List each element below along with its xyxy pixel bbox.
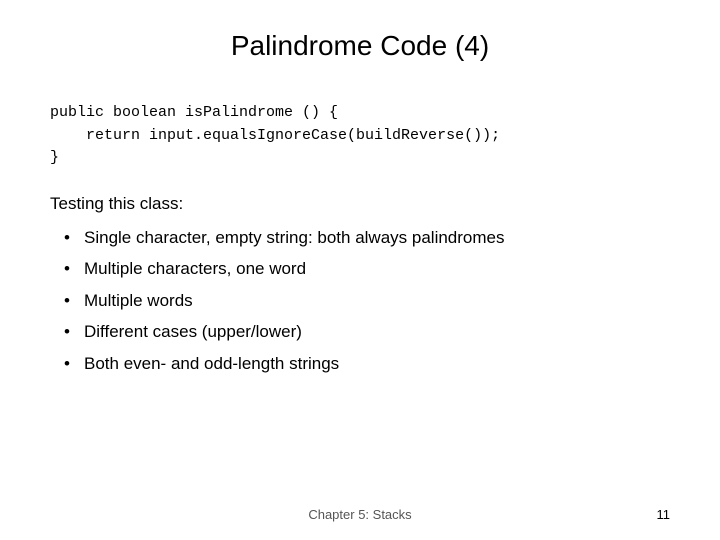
footer-chapter: Chapter 5: Stacks [0, 507, 720, 522]
slide-title: Palindrome Code (4) [50, 30, 670, 72]
testing-label: Testing this class: [50, 194, 670, 214]
list-item: Single character, empty string: both alw… [60, 222, 670, 254]
code-block: public boolean isPalindrome () { return … [50, 102, 670, 170]
list-item: Multiple characters, one word [60, 253, 670, 285]
list-item: Multiple words [60, 285, 670, 317]
bullet-list: Single character, empty string: both alw… [60, 222, 670, 380]
list-item: Both even- and odd-length strings [60, 348, 670, 380]
slide: Palindrome Code (4) public boolean isPal… [0, 0, 720, 540]
footer-page: 11 [657, 507, 671, 522]
list-item: Different cases (upper/lower) [60, 316, 670, 348]
footer: Chapter 5: Stacks 11 [0, 507, 720, 522]
